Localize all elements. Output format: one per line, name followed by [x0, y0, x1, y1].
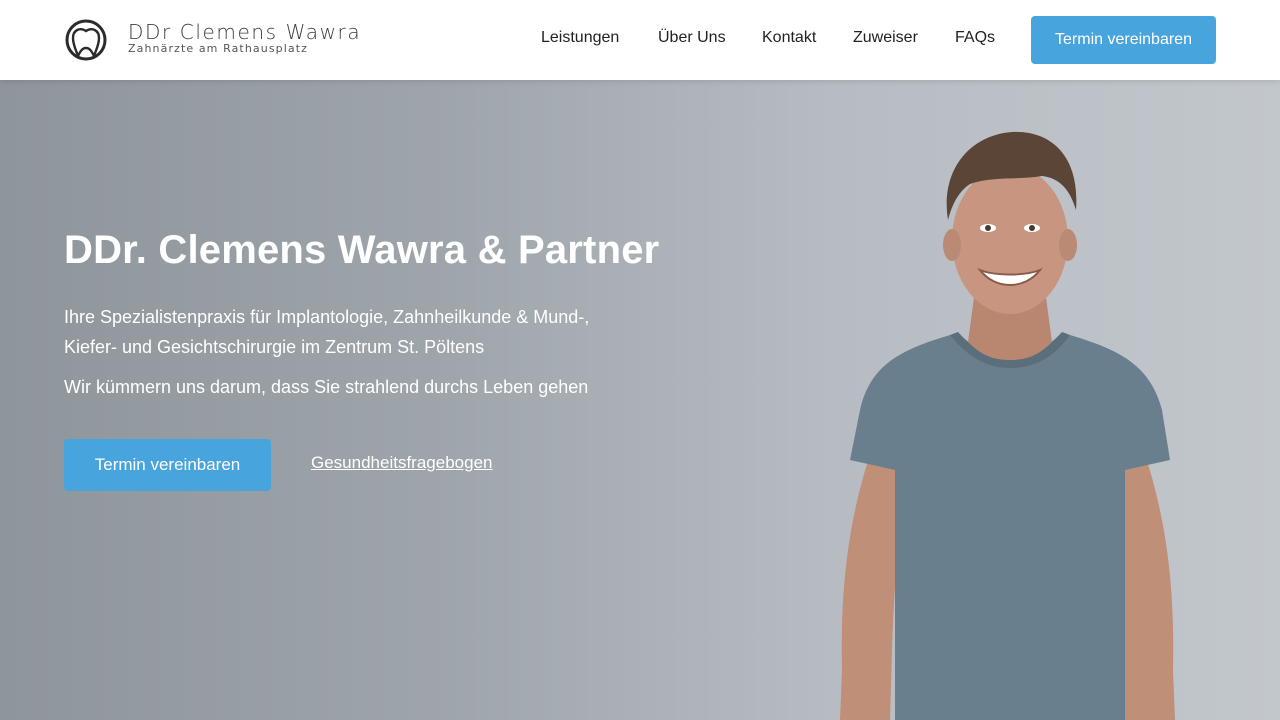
hero-appointment-button[interactable]: Termin vereinbaren [64, 439, 271, 491]
site-header: DDr Clemens Wawra Zahnärzte am Rathauspl… [0, 0, 1280, 80]
logo[interactable]: DDr Clemens Wawra Zahnärzte am Rathauspl… [64, 18, 361, 62]
hero-tagline: Wir kümmern uns darum, dass Sie strahlen… [64, 377, 589, 397]
nav-item-faqs[interactable]: FAQs [955, 29, 995, 47]
logo-text: DDr Clemens Wawra Zahnärzte am Rathauspl… [128, 21, 361, 55]
logo-name: DDr Clemens Wawra [128, 20, 362, 44]
hero-title: DDr. Clemens Wawra & Partner [64, 228, 660, 272]
tooth-logo-icon [65, 19, 107, 61]
health-questionnaire-link[interactable]: Gesundheitsfragebogen [311, 453, 492, 473]
nav-item-leistungen[interactable]: Leistungen [541, 29, 619, 47]
hero-section: DDr. Clemens Wawra & Partner Ihre Spezia… [0, 80, 1280, 720]
nav-item-ueber-uns[interactable]: Über Uns [658, 29, 726, 47]
logo-tagline: Zahnärzte am Rathausplatz [128, 42, 309, 55]
smiling-man-photo [840, 131, 1175, 720]
nav-item-zuweiser[interactable]: Zuweiser [853, 29, 918, 47]
header-appointment-button[interactable]: Termin vereinbaren [1031, 16, 1216, 64]
hero-subtitle: Ihre Spezialistenpraxis für Implantologi… [64, 307, 590, 357]
nav-item-kontakt[interactable]: Kontakt [762, 29, 816, 47]
